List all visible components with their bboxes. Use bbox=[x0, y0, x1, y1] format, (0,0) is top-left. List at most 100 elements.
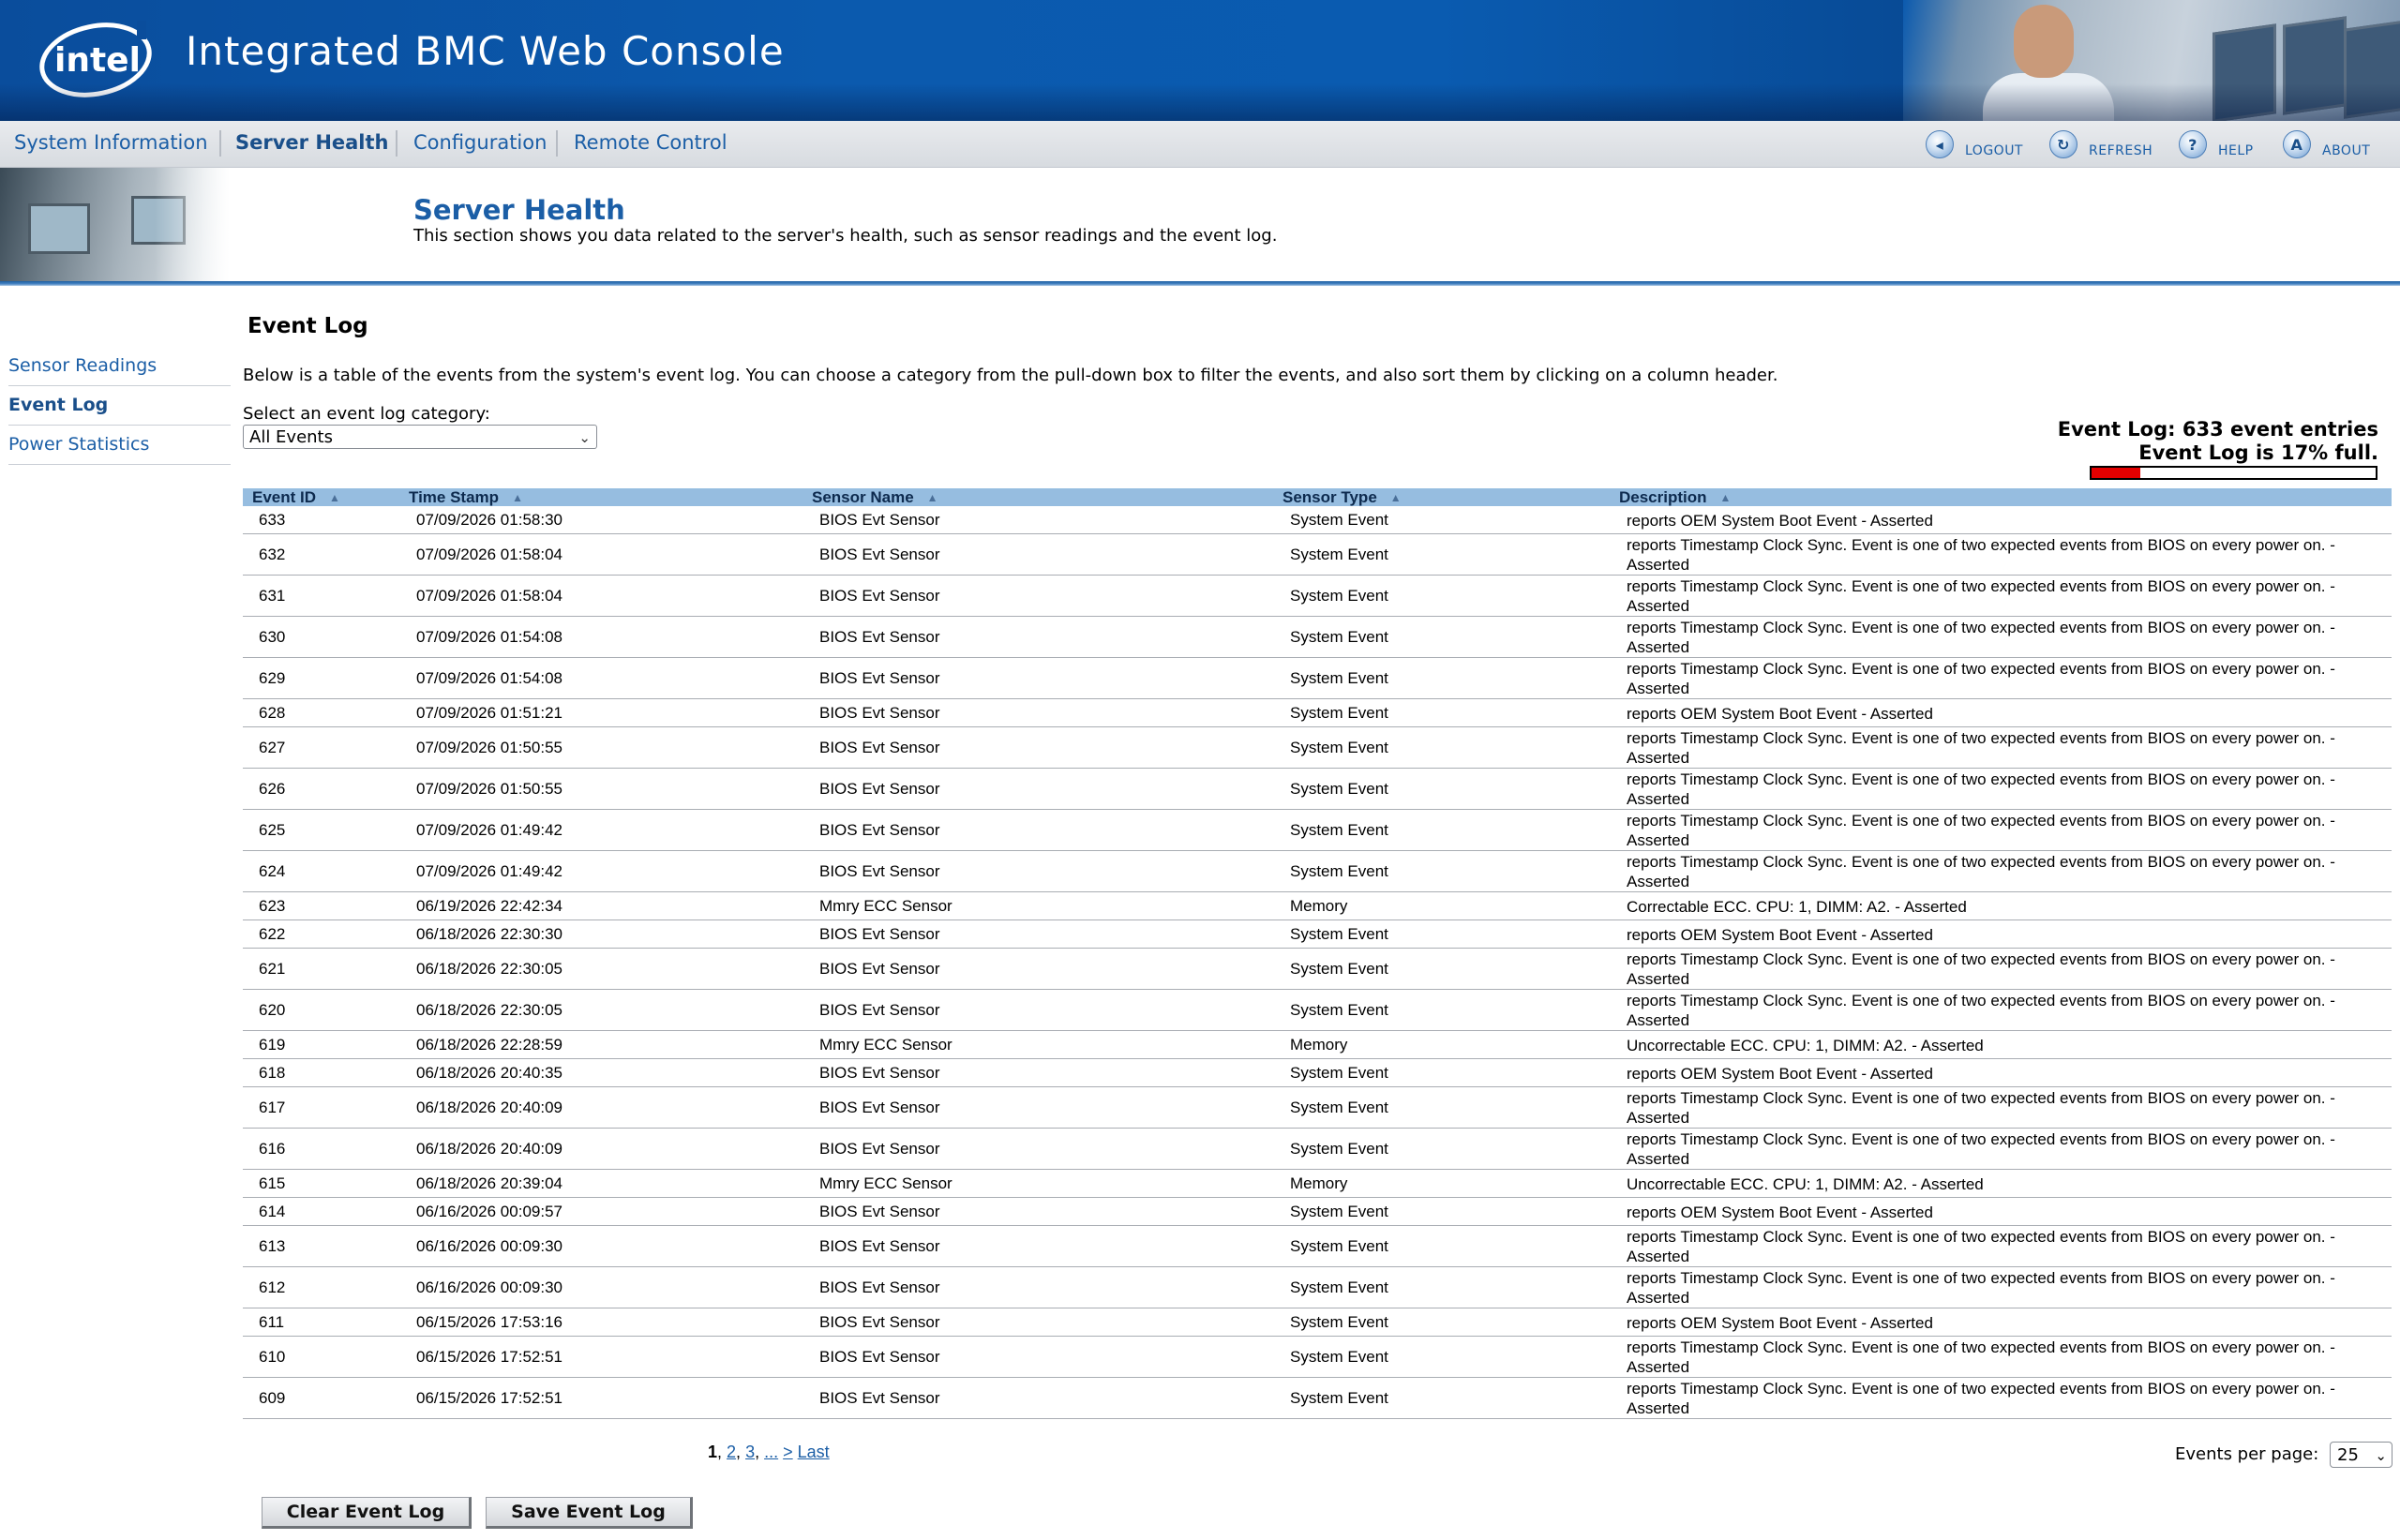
refresh-icon: ↻ bbox=[2049, 130, 2078, 158]
col-header-description[interactable]: Description ▲ bbox=[1619, 488, 1731, 506]
timestamp-cell: 06/19/2026 22:42:34 bbox=[416, 897, 562, 915]
log-usage-fill bbox=[2092, 468, 2140, 478]
description-cell: reports OEM System Boot Event - Asserted bbox=[1627, 705, 1933, 723]
description-cell: reports OEM System Boot Event - Asserted bbox=[1627, 926, 1933, 944]
sensor-type-cell: System Event bbox=[1290, 925, 1388, 943]
description-cell: Correctable ECC. CPU: 1, DIMM: A2. - Ass… bbox=[1627, 898, 1967, 916]
table-row: 629 07/09/2026 01:54:08 BIOS Evt Sensor Sys… bbox=[243, 658, 2392, 699]
sidebar-item-event-log[interactable]: Event Log bbox=[8, 386, 231, 426]
table-row: 618 06/18/2026 20:40:35 BIOS Evt Sensor Sys… bbox=[243, 1059, 2392, 1087]
description-cell: reports Timestamp Clock Sync. Event is o… bbox=[1627, 1089, 2335, 1127]
timestamp-cell: 07/09/2026 01:58:30 bbox=[416, 511, 562, 529]
sensor-name-cell: BIOS Evt Sensor bbox=[819, 821, 940, 839]
tab-configuration[interactable]: Configuration bbox=[413, 131, 547, 154]
refresh-button[interactable]: ↻ REFRESH bbox=[2049, 128, 2152, 160]
per-page-label: Events per page: bbox=[2175, 1444, 2319, 1464]
log-count: Event Log: 633 event entries bbox=[2057, 418, 2378, 441]
chevron-down-icon: ⌄ bbox=[578, 429, 591, 446]
description-cell: Uncorrectable ECC. CPU: 1, DIMM: A2. - A… bbox=[1627, 1175, 1984, 1193]
timestamp-cell: 07/09/2026 01:54:08 bbox=[416, 628, 562, 646]
tab-remote-control[interactable]: Remote Control bbox=[574, 131, 728, 154]
description-cell: reports OEM System Boot Event - Asserted bbox=[1627, 512, 1933, 530]
page-link-2[interactable]: 2 bbox=[727, 1443, 736, 1461]
sensor-name-cell: BIOS Evt Sensor bbox=[819, 1348, 940, 1366]
sensor-name-cell: BIOS Evt Sensor bbox=[819, 1140, 940, 1158]
table-row: 633 07/09/2026 01:58:30 BIOS Evt Sensor Sys… bbox=[243, 506, 2392, 534]
table-row: 616 06/18/2026 20:40:09 BIOS Evt Sensor Sys… bbox=[243, 1129, 2392, 1170]
sensor-type-cell: System Event bbox=[1290, 1064, 1388, 1082]
sort-icon: ▲ bbox=[512, 491, 523, 505]
table-row: 632 07/09/2026 01:58:04 BIOS Evt Sensor Sys… bbox=[243, 534, 2392, 576]
description-cell: reports OEM System Boot Event - Asserted bbox=[1627, 1065, 1933, 1083]
event-id-cell: 609 bbox=[259, 1389, 286, 1407]
event-id-cell: 610 bbox=[259, 1348, 286, 1366]
event-id-cell: 630 bbox=[259, 628, 286, 646]
clear-event-log-button[interactable]: Clear Event Log bbox=[262, 1497, 472, 1529]
save-event-log-button[interactable]: Save Event Log bbox=[486, 1497, 693, 1529]
description-cell: reports Timestamp Clock Sync. Event is o… bbox=[1627, 577, 2335, 615]
col-header-sensor-type[interactable]: Sensor Type ▲ bbox=[1282, 488, 1402, 506]
sensor-type-cell: System Event bbox=[1290, 546, 1388, 563]
sensor-type-cell: System Event bbox=[1290, 1001, 1388, 1019]
event-id-cell: 631 bbox=[259, 587, 286, 605]
event-id-cell: 621 bbox=[259, 960, 286, 978]
sensor-type-cell: System Event bbox=[1290, 1203, 1388, 1220]
table-row: 615 06/18/2026 20:39:04 Mmry ECC Sensor Mem… bbox=[243, 1170, 2392, 1198]
event-id-cell: 622 bbox=[259, 925, 286, 943]
event-id-cell: 611 bbox=[259, 1313, 285, 1331]
sort-icon: ▲ bbox=[329, 491, 340, 505]
description-cell: reports Timestamp Clock Sync. Event is o… bbox=[1627, 729, 2335, 767]
sidebar-item-power-statistics[interactable]: Power Statistics bbox=[8, 426, 231, 465]
timestamp-cell: 06/18/2026 22:30:05 bbox=[416, 1001, 562, 1019]
sensor-type-cell: System Event bbox=[1290, 960, 1388, 978]
table-row: 626 07/09/2026 01:50:55 BIOS Evt Sensor Sys… bbox=[243, 769, 2392, 810]
sensor-name-cell: BIOS Evt Sensor bbox=[819, 1064, 940, 1082]
timestamp-cell: 06/16/2026 00:09:30 bbox=[416, 1237, 562, 1255]
sort-icon: ▲ bbox=[926, 491, 938, 505]
sensor-name-cell: BIOS Evt Sensor bbox=[819, 511, 940, 529]
sensor-name-cell: BIOS Evt Sensor bbox=[819, 960, 940, 978]
col-header-time-stamp[interactable]: Time Stamp ▲ bbox=[409, 488, 523, 506]
table-row: 621 06/18/2026 22:30:05 BIOS Evt Sensor Sys… bbox=[243, 949, 2392, 990]
logout-button[interactable]: ◂ LOGOUT bbox=[1926, 128, 2023, 160]
page-link-3[interactable]: 3 bbox=[745, 1443, 755, 1461]
sensor-type-cell: System Event bbox=[1290, 704, 1388, 722]
tab-system-information[interactable]: System Information bbox=[14, 131, 208, 154]
description-cell: reports Timestamp Clock Sync. Event is o… bbox=[1627, 1130, 2335, 1168]
col-header-sensor-name[interactable]: Sensor Name ▲ bbox=[812, 488, 938, 506]
top-banner: intel Integrated BMC Web Console bbox=[0, 0, 2400, 121]
description-cell: reports Timestamp Clock Sync. Event is o… bbox=[1627, 1338, 2335, 1376]
tab-server-health[interactable]: Server Health bbox=[235, 131, 389, 154]
header-photo bbox=[0, 168, 230, 281]
page-link-more[interactable]: ... bbox=[764, 1443, 778, 1461]
per-page-select[interactable]: 25 ⌄ bbox=[2330, 1442, 2392, 1468]
sensor-type-cell: System Event bbox=[1290, 1099, 1388, 1116]
sensor-type-cell: System Event bbox=[1290, 587, 1388, 605]
table-row: 611 06/15/2026 17:53:16 BIOS Evt Sensor Sys… bbox=[243, 1308, 2392, 1337]
sensor-name-cell: BIOS Evt Sensor bbox=[819, 628, 940, 646]
sensor-name-cell: BIOS Evt Sensor bbox=[819, 1099, 940, 1116]
sort-icon: ▲ bbox=[1389, 491, 1402, 505]
category-label: Select an event log category: bbox=[243, 404, 490, 424]
sidebar-item-sensor-readings[interactable]: Sensor Readings bbox=[8, 347, 231, 386]
sensor-name-cell: BIOS Evt Sensor bbox=[819, 1001, 940, 1019]
sensor-name-cell: BIOS Evt Sensor bbox=[819, 546, 940, 563]
category-select[interactable]: All Events ⌄ bbox=[243, 425, 597, 449]
sensor-name-cell: BIOS Evt Sensor bbox=[819, 925, 940, 943]
event-id-cell: 624 bbox=[259, 862, 286, 880]
table-row: 619 06/18/2026 22:28:59 Mmry ECC Sensor Mem… bbox=[243, 1031, 2392, 1059]
col-header-event-id[interactable]: Event ID ▲ bbox=[252, 488, 340, 506]
log-usage-bar bbox=[2090, 466, 2378, 480]
page-last-link[interactable]: Last bbox=[798, 1443, 830, 1461]
about-icon: A bbox=[2283, 130, 2311, 158]
sensor-name-cell: BIOS Evt Sensor bbox=[819, 704, 940, 722]
event-id-cell: 623 bbox=[259, 897, 286, 915]
about-button[interactable]: A ABOUT bbox=[2283, 128, 2370, 160]
sensor-type-cell: System Event bbox=[1290, 511, 1388, 529]
description-cell: reports Timestamp Clock Sync. Event is o… bbox=[1627, 619, 2335, 656]
event-table-body: 633 07/09/2026 01:58:30 BIOS Evt Sensor Sys… bbox=[243, 506, 2392, 1419]
page-next-link[interactable]: > bbox=[783, 1443, 793, 1461]
svg-text:intel: intel bbox=[54, 41, 141, 80]
help-button[interactable]: ? HELP bbox=[2179, 128, 2254, 160]
section-title: Server Health bbox=[413, 194, 625, 226]
